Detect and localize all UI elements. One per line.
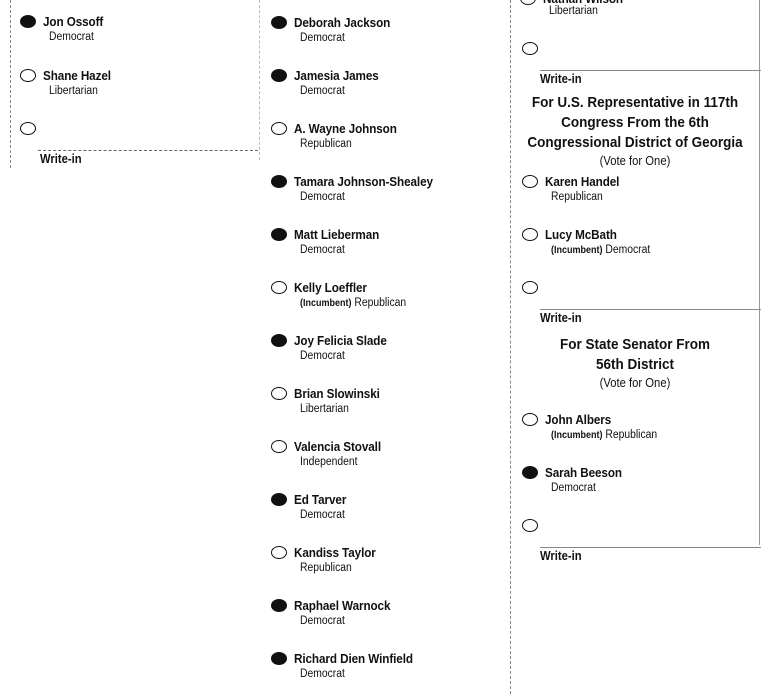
vote-bubble[interactable] [522, 281, 538, 294]
candidate-name: Valencia Stovall [294, 439, 382, 454]
vote-bubble[interactable] [522, 228, 538, 241]
candidate-party: Democrat [300, 668, 345, 680]
vote-bubble[interactable] [271, 493, 287, 506]
candidate-name: Jamesia James [294, 68, 379, 83]
candidate-party: Republican [300, 562, 352, 574]
party-label: Republican [354, 297, 407, 309]
candidate-party: (Incumbent) Republican [300, 297, 406, 309]
candidate-party: Libertarian [300, 403, 349, 415]
write-in-line[interactable] [540, 547, 761, 548]
candidate-party: Democrat [49, 31, 94, 43]
candidate-name: Richard Dien Winfield [294, 651, 413, 666]
race-title-line: 56th District [595, 356, 675, 373]
candidate-party: Democrat [300, 85, 345, 97]
race-title-line: Congress From the 6th [561, 114, 709, 131]
candidate-party: Republican [551, 191, 603, 203]
vote-bubble[interactable] [271, 599, 287, 612]
write-in-label: Write-in [540, 549, 582, 563]
party-label: Democrat [605, 244, 651, 256]
vote-bubble[interactable] [522, 466, 538, 479]
candidate-party: Democrat [300, 32, 345, 44]
race-header: For U.S. Representative in 117th Congres… [527, 93, 743, 170]
candidate-party: Democrat [300, 615, 345, 627]
candidate-name: Kandiss Taylor [294, 545, 376, 560]
vote-bubble[interactable] [522, 413, 538, 426]
partial-candidate: Nathan Wilson Libertarian [520, 0, 750, 22]
candidate-name: A. Wayne Johnson [294, 121, 397, 136]
incumbent-label: (Incumbent) [300, 298, 352, 309]
write-in-line[interactable] [38, 150, 258, 151]
candidate-name: Lucy McBath [545, 227, 617, 242]
vote-bubble[interactable] [271, 281, 287, 294]
vote-bubble[interactable] [20, 122, 36, 135]
vote-bubble[interactable] [522, 42, 538, 55]
candidate-party: Democrat [300, 350, 345, 362]
vote-bubble[interactable] [271, 228, 287, 241]
candidate-name: John Albers [545, 412, 612, 427]
candidate-name: Joy Felicia Slade [294, 333, 387, 348]
vote-bubble[interactable] [271, 16, 287, 29]
candidate-name: Matt Lieberman [294, 227, 380, 242]
vote-bubble[interactable] [271, 387, 287, 400]
vote-bubble[interactable] [522, 519, 538, 532]
candidate-party: Democrat [300, 191, 345, 203]
candidate-party: (Incumbent) Democrat [551, 244, 650, 256]
write-in-label: Write-in [540, 311, 582, 325]
column-border [759, 0, 760, 545]
incumbent-label: (Incumbent) [551, 245, 603, 256]
write-in-line[interactable] [540, 70, 761, 71]
race-title-line: For U.S. Representative in 117th [531, 94, 739, 111]
vote-for-instruction: (Vote for One) [599, 376, 671, 390]
race-header: For State Senator From 56th District (Vo… [527, 335, 743, 392]
vote-bubble[interactable] [522, 175, 538, 188]
candidate-name: Ed Tarver [294, 492, 347, 507]
vote-bubble[interactable] [271, 546, 287, 559]
candidate-party: Democrat [551, 482, 596, 494]
vote-bubble[interactable] [20, 15, 36, 28]
vote-bubble[interactable] [271, 69, 287, 82]
candidate-party: Democrat [300, 509, 345, 521]
vote-bubble[interactable] [271, 440, 287, 453]
candidate-name: Shane Hazel [43, 68, 111, 83]
vote-bubble[interactable] [271, 122, 287, 135]
candidate-name: Brian Slowinski [294, 386, 380, 401]
column-border [510, 0, 511, 694]
vote-for-instruction: (Vote for One) [599, 154, 671, 168]
candidate-name: Kelly Loeffler [294, 280, 367, 295]
candidate-party: Libertarian [549, 5, 598, 17]
race-title-line: Congressional District of Georgia [527, 134, 743, 151]
candidate-party: Independent [300, 456, 358, 468]
party-label: Republican [605, 429, 658, 441]
candidate-name: Deborah Jackson [294, 15, 391, 30]
vote-bubble[interactable] [20, 69, 36, 82]
column-border [259, 0, 260, 160]
candidate-name: Karen Handel [545, 174, 620, 189]
candidate-name: Jon Ossoff [43, 14, 104, 29]
write-in-line[interactable] [540, 309, 761, 310]
candidate-party: Democrat [300, 244, 345, 256]
column-border [10, 0, 11, 168]
candidate-name: Tamara Johnson-Shealey [294, 174, 433, 189]
candidate-party: Libertarian [49, 85, 98, 97]
race-title-line: For State Senator From [559, 336, 711, 353]
vote-bubble[interactable] [271, 652, 287, 665]
candidate-party: Republican [300, 138, 352, 150]
candidate-party: (Incumbent) Republican [551, 429, 657, 441]
incumbent-label: (Incumbent) [551, 430, 603, 441]
vote-bubble[interactable] [271, 334, 287, 347]
write-in-label: Write-in [40, 152, 82, 166]
candidate-name: Sarah Beeson [545, 465, 622, 480]
candidate-name: Raphael Warnock [294, 598, 391, 613]
vote-bubble[interactable] [271, 175, 287, 188]
write-in-label: Write-in [540, 72, 582, 86]
vote-bubble[interactable] [520, 0, 536, 5]
